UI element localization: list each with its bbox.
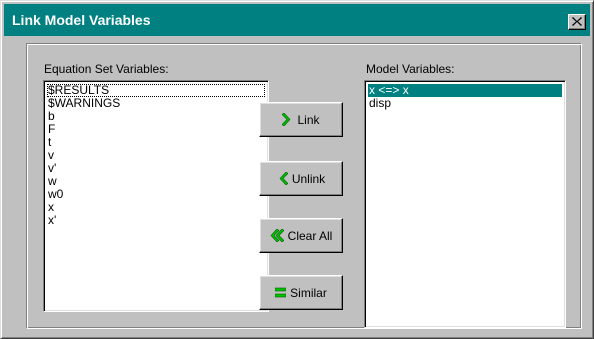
unlink-button[interactable]: Unlink (259, 161, 343, 196)
link-model-variables-dialog: Link Model Variables Equation Set Variab… (0, 0, 594, 339)
unlink-button-label: Unlink (291, 171, 326, 186)
window-title: Link Model Variables (12, 12, 151, 28)
list-item[interactable]: disp (368, 97, 562, 110)
equation-set-variables-label: Equation Set Variables: (44, 62, 169, 76)
close-button[interactable] (568, 14, 586, 30)
list-item[interactable]: t (47, 136, 265, 149)
double-chevron-left-icon (270, 229, 284, 242)
list-item[interactable]: v (47, 149, 265, 162)
list-item[interactable]: v' (47, 162, 265, 175)
list-item[interactable]: F (47, 123, 265, 136)
list-item[interactable]: x (47, 201, 265, 214)
list-item[interactable]: x' (47, 214, 265, 227)
similar-button[interactable]: Similar (259, 275, 343, 310)
list-item[interactable]: w0 (47, 188, 265, 201)
equation-set-variables-list[interactable]: $RESULTS $WARNINGS b Ft v v' w w0 x x' (43, 80, 269, 312)
similar-button-label: Similar (290, 285, 327, 300)
chevron-right-icon (282, 113, 293, 126)
link-button[interactable]: Link (259, 102, 343, 137)
list-item[interactable]: w (47, 175, 265, 188)
list-item[interactable]: x <=> x (368, 84, 562, 97)
list-item[interactable]: $WARNINGS (47, 97, 265, 110)
model-variables-list[interactable]: x <=> x disp (364, 80, 566, 328)
equals-icon (275, 286, 287, 299)
chevron-left-icon (277, 172, 288, 185)
clear-all-button-label: Clear All (287, 228, 333, 243)
clear-all-button[interactable]: Clear All (259, 218, 343, 253)
close-icon (572, 17, 582, 26)
model-variables-label: Model Variables: (366, 62, 455, 76)
list-item[interactable]: b (47, 110, 265, 123)
link-button-label: Link (297, 112, 320, 127)
title-bar[interactable]: Link Model Variables (4, 4, 590, 36)
